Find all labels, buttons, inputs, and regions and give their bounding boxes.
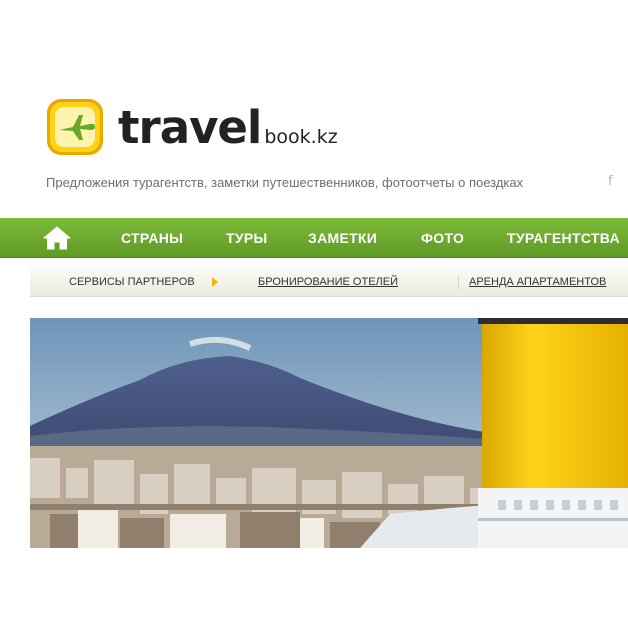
- home-icon[interactable]: [42, 225, 72, 251]
- arrow-right-icon: [212, 277, 218, 287]
- airplane-icon: [47, 99, 103, 155]
- nav-item-photo[interactable]: ФОТО: [421, 218, 464, 257]
- site-tagline: Предложения турагентств, заметки путешес…: [46, 175, 524, 190]
- apartment-rental-link[interactable]: АРЕНДА АПАРТАМЕНТОВ: [469, 276, 606, 288]
- logo-domain-text: book.kz: [264, 125, 338, 148]
- hero-photo: [30, 318, 628, 548]
- subbar-divider: [458, 275, 459, 289]
- hotel-booking-link[interactable]: БРОНИРОВАНИЕ ОТЕЛЕЙ: [258, 276, 398, 288]
- facebook-link[interactable]: f: [608, 174, 613, 189]
- nav-item-countries[interactable]: СТРАНЫ: [121, 218, 183, 257]
- partner-services-bar: СЕРВИСЫ ПАРТНЕРОВ БРОНИРОВАНИЕ ОТЕЛЕЙ АР…: [30, 267, 628, 297]
- nav-item-notes[interactable]: ЗАМЕТКИ: [308, 218, 377, 257]
- logo-wordmark: travel book.kz: [118, 105, 338, 150]
- main-nav: СТРАНЫ ТУРЫ ЗАМЕТКИ ФОТО ТУРАГЕНТСТВА: [0, 218, 628, 258]
- logo-main-text: travel: [118, 100, 262, 154]
- nav-item-agencies[interactable]: ТУРАГЕНТСТВА: [507, 218, 620, 257]
- nav-item-tours[interactable]: ТУРЫ: [226, 218, 268, 257]
- hero-banner-image: [30, 318, 628, 548]
- partner-services-label: СЕРВИСЫ ПАРТНЕРОВ: [69, 276, 195, 288]
- site-logo[interactable]: travel book.kz: [46, 98, 338, 156]
